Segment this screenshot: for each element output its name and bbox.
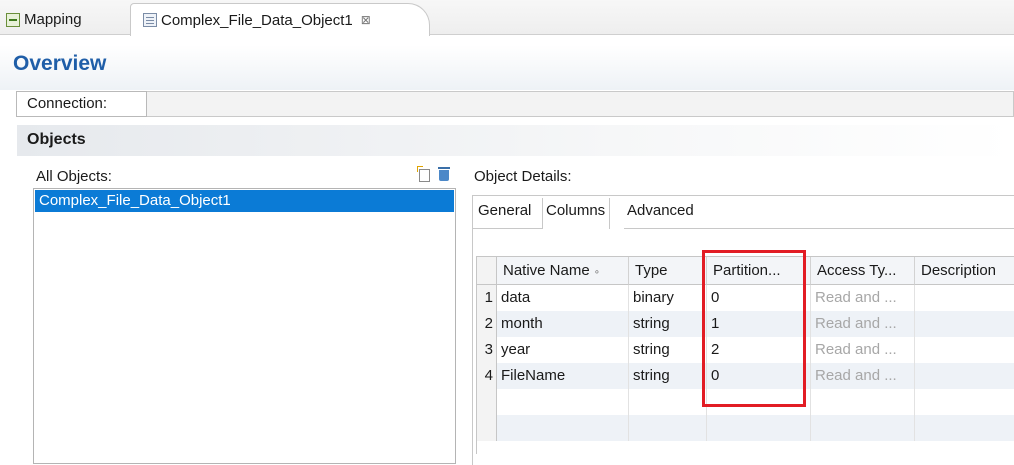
tab-columns[interactable]: Columns [542, 198, 611, 229]
access-type-cell[interactable]: Read and ... [811, 285, 915, 311]
native-name-header-label: Native Name [503, 262, 590, 279]
tab-complex-file-data-object[interactable]: Complex_File_Data_Object1 ⊠ [130, 3, 430, 36]
tab-data-object-label: Complex_File_Data_Object1 [161, 11, 353, 29]
sort-indicator-icon: ∘ [593, 267, 600, 278]
access-type-cell[interactable]: Read and ... [811, 363, 915, 389]
native-name-cell[interactable] [497, 415, 629, 441]
new-object-icon[interactable] [417, 166, 431, 182]
native-name-cell[interactable]: FileName [497, 363, 629, 389]
row-index: 4 [477, 363, 497, 389]
connection-label: Connection: [16, 91, 147, 117]
type-cell[interactable]: string [629, 337, 707, 363]
column-header-type[interactable]: Type [629, 257, 707, 285]
description-cell[interactable] [915, 363, 1014, 389]
tab-mapping-label: Mapping [24, 11, 82, 28]
list-item-selected[interactable]: Complex_File_Data_Object1 [35, 190, 454, 212]
tab-general[interactable]: General [478, 202, 531, 219]
row-index: 2 [477, 311, 497, 337]
page-title: Overview [13, 52, 107, 75]
tab-mapping[interactable]: Mapping [6, 4, 124, 35]
column-header-description[interactable]: Description [915, 257, 1014, 285]
mapping-icon [6, 12, 20, 27]
objects-section-title: Objects [27, 131, 86, 148]
objects-section-header [17, 125, 1014, 156]
native-name-cell[interactable] [497, 389, 629, 415]
close-tab-icon[interactable]: ⊠ [361, 13, 371, 27]
object-details-label: Object Details: [474, 168, 572, 185]
type-cell[interactable]: binary [629, 285, 707, 311]
description-cell[interactable] [915, 389, 1014, 415]
column-header-native-name[interactable]: Native Name ∘ [497, 257, 629, 285]
all-objects-list[interactable]: Complex_File_Data_Object1 [33, 188, 456, 464]
type-cell[interactable]: string [629, 311, 707, 337]
editor-tab-bar: Mapping Complex_File_Data_Object1 ⊠ [0, 0, 1014, 36]
row-index: 3 [477, 337, 497, 363]
delete-object-icon[interactable] [437, 166, 451, 182]
native-name-cell[interactable]: year [497, 337, 629, 363]
type-cell[interactable] [629, 415, 707, 441]
access-type-cell[interactable] [811, 389, 915, 415]
access-type-cell[interactable]: Read and ... [811, 337, 915, 363]
row-index: 1 [477, 285, 497, 311]
native-name-cell[interactable]: month [497, 311, 629, 337]
column-header-access-type[interactable]: Access Ty... [811, 257, 915, 285]
row-index [477, 389, 497, 415]
description-cell[interactable] [915, 337, 1014, 363]
description-cell[interactable] [915, 311, 1014, 337]
type-cell[interactable] [629, 389, 707, 415]
partition-cell[interactable] [707, 415, 811, 441]
partition-column-highlight [702, 250, 806, 407]
tab-advanced[interactable]: Advanced [627, 202, 694, 219]
description-cell[interactable] [915, 285, 1014, 311]
row-header-corner [477, 257, 497, 285]
native-name-cell[interactable]: data [497, 285, 629, 311]
access-type-cell[interactable]: Read and ... [811, 311, 915, 337]
all-objects-label: All Objects: [36, 168, 112, 185]
data-object-icon [143, 13, 157, 27]
empty-table-row[interactable] [477, 415, 1014, 441]
connection-field[interactable] [147, 91, 1014, 117]
object-details-tabs: General Columns Advanced [472, 195, 1014, 229]
row-index [477, 415, 497, 441]
type-cell[interactable]: string [629, 363, 707, 389]
overview-header [0, 45, 1014, 90]
description-cell[interactable] [915, 415, 1014, 441]
access-type-cell[interactable] [811, 415, 915, 441]
